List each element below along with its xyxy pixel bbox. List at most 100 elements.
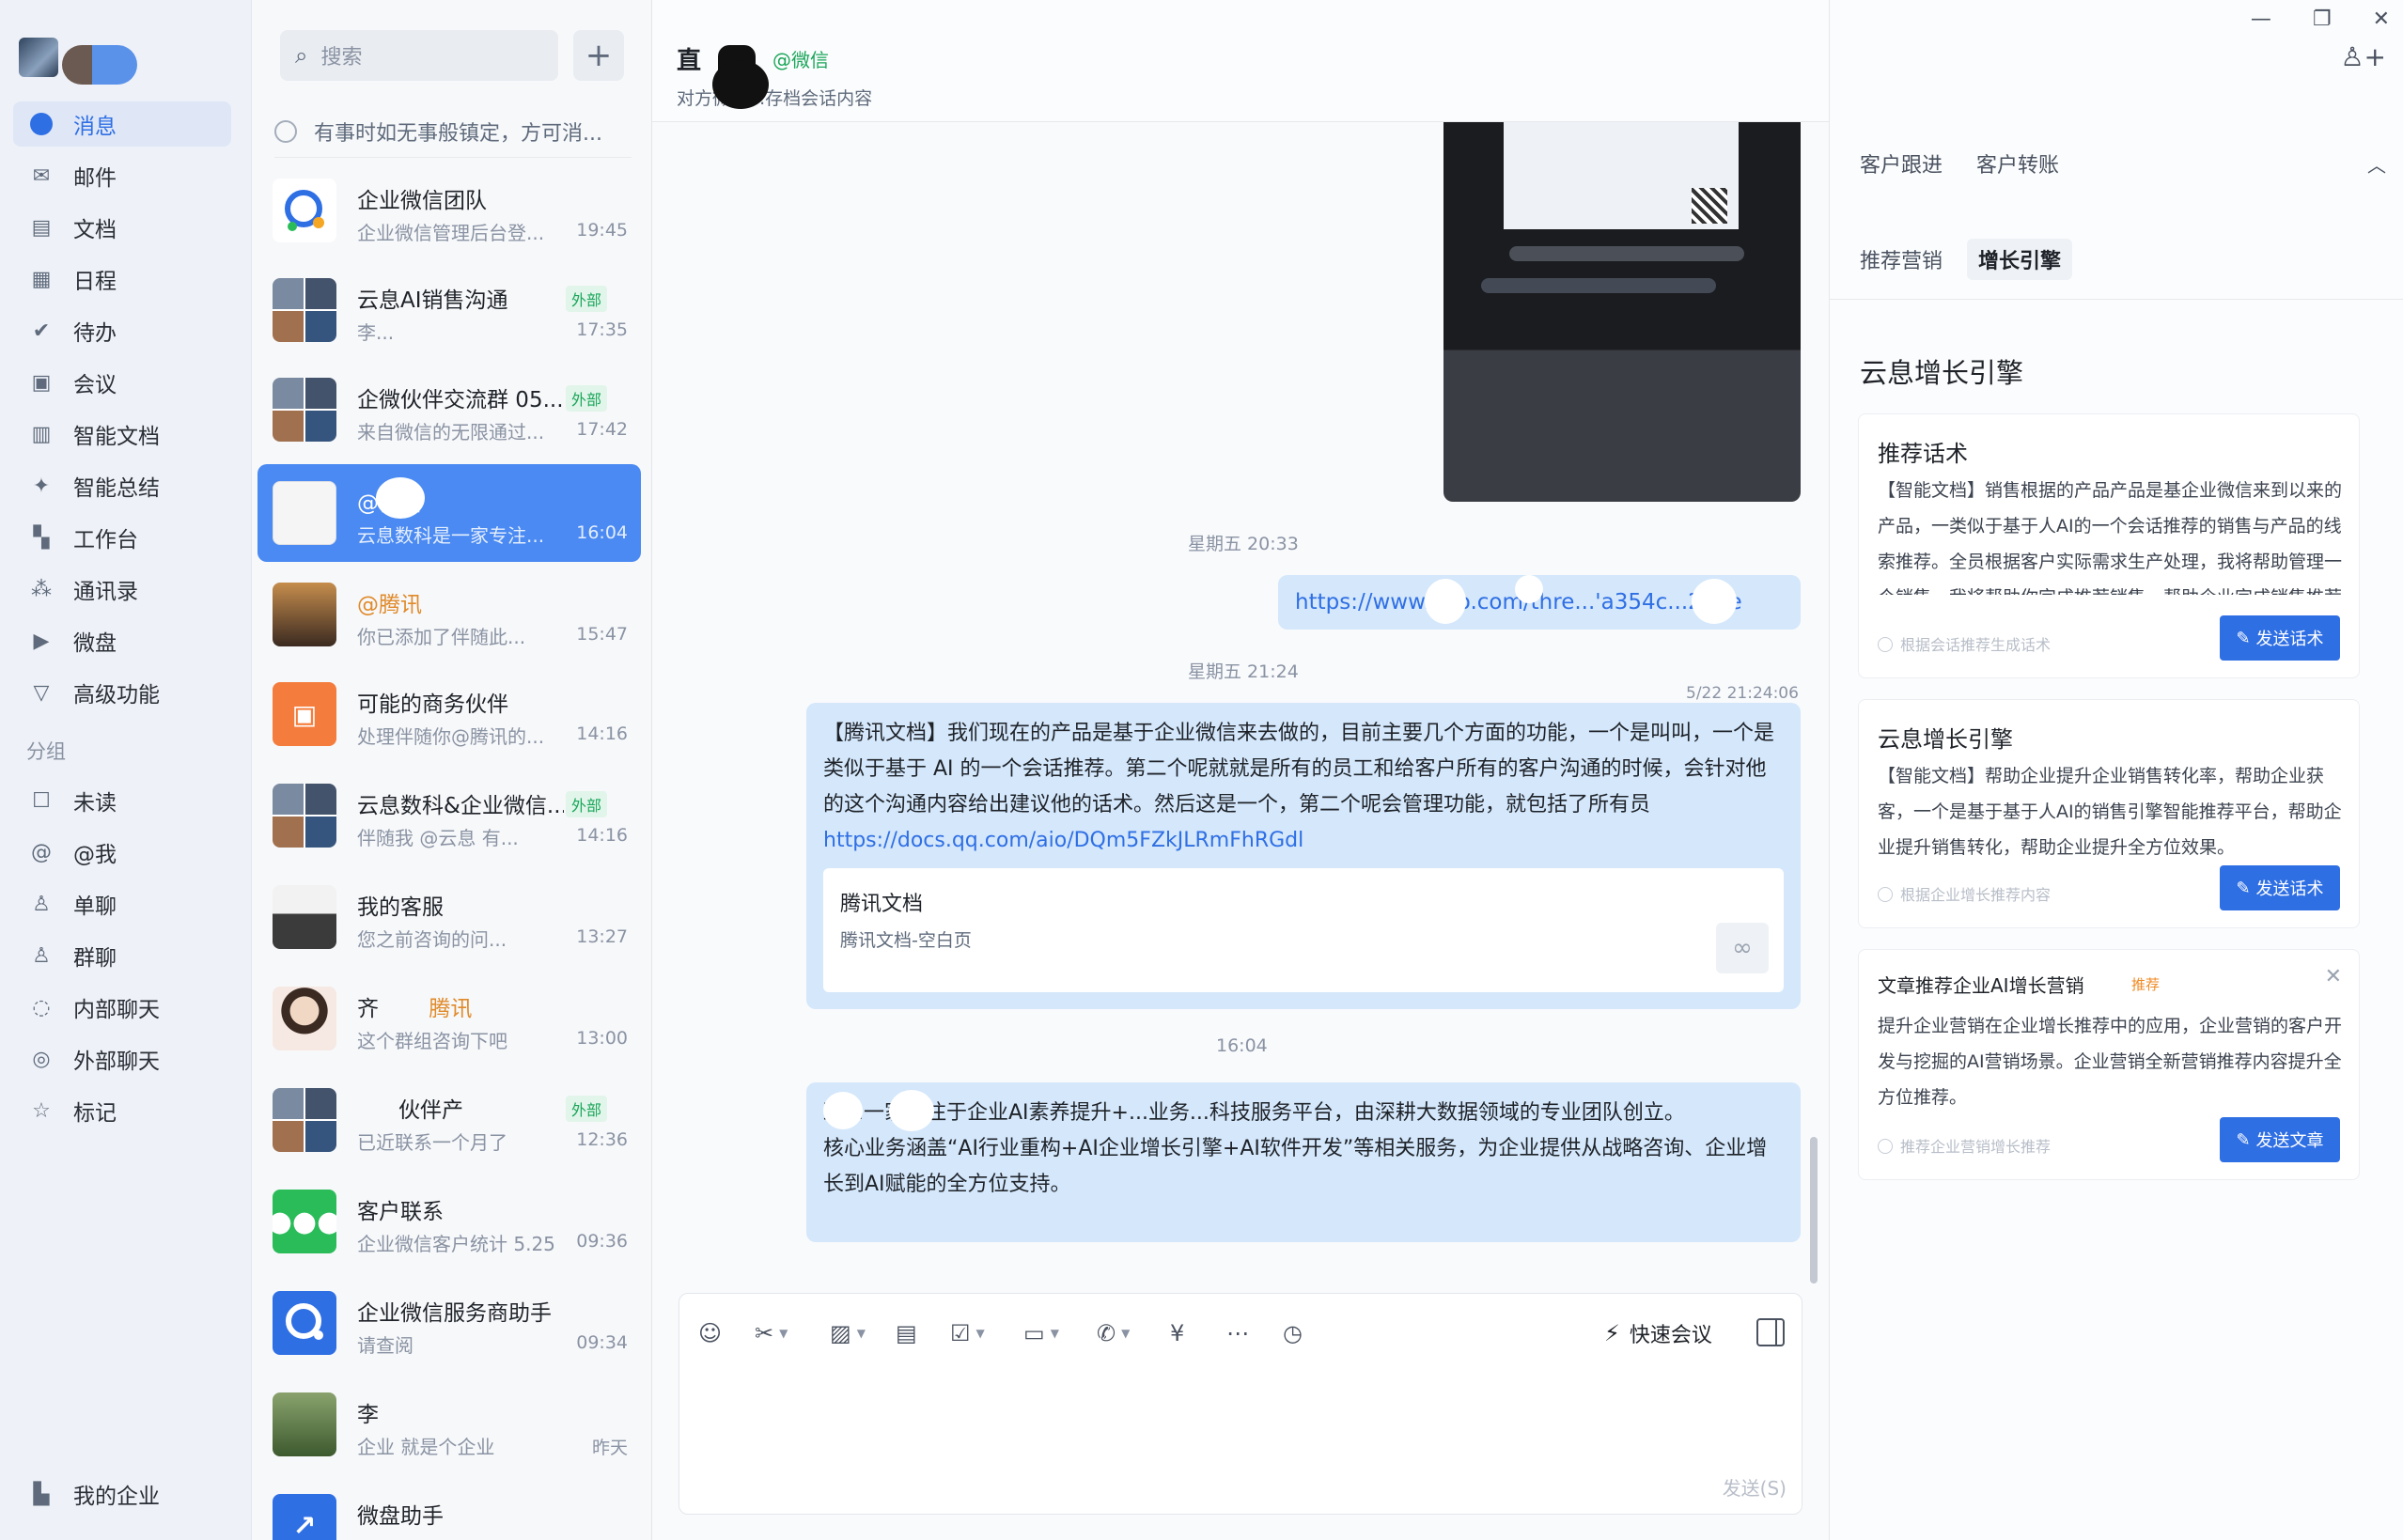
- nav-item-docs[interactable]: ▤ 文档: [13, 205, 231, 250]
- conversation-time: 16:04: [576, 522, 628, 543]
- conversation-item[interactable]: ▣ 可能的商务伙伴 处理伴随你@腾讯的... 14:16: [257, 665, 641, 763]
- blurred-text: [1509, 246, 1744, 261]
- subtab-recommend[interactable]: 推荐营销: [1849, 239, 1954, 280]
- external-tag: 外部: [566, 286, 608, 312]
- conversation-item[interactable]: 李 企业 就是个企业 昨天: [257, 1376, 641, 1473]
- subtab-growth-engine[interactable]: 增长引擎: [1967, 239, 2073, 280]
- tab-customer-transfer[interactable]: 客户转账: [1976, 148, 2059, 179]
- conversation-item-active[interactable]: @微信 云息数科是一家专注... 16:04: [257, 464, 641, 562]
- nav-item-mail[interactable]: ✉ 邮件: [13, 153, 231, 198]
- user-avatar[interactable]: [19, 38, 58, 77]
- conversation-item[interactable]: ↗ 微盘助手: [257, 1477, 641, 1540]
- screenshot-button[interactable]: ✂ ▼: [755, 1313, 788, 1354]
- folder-button[interactable]: ▭ ▼: [1023, 1313, 1059, 1354]
- conversation-item[interactable]: 伙伴产 外部 已近联系一个月了 12:36: [257, 1071, 641, 1169]
- send-article-button[interactable]: ✎ 发送文章: [2220, 1117, 2340, 1162]
- chat-title[interactable]: 直: [677, 41, 701, 76]
- conversation-preview: 李...: [357, 321, 395, 344]
- conversation-item[interactable]: @腾讯 你已添加了伴随此... 15:47: [257, 566, 641, 663]
- call-button[interactable]: ✆ ▼: [1097, 1313, 1130, 1354]
- edit-icon: ✎: [2236, 1129, 2251, 1150]
- add-member-icon[interactable]: ♙+: [2340, 41, 2386, 72]
- send-suggestion-button[interactable]: ✎ 发送话术: [2220, 615, 2340, 661]
- nav-group-group-chat[interactable]: ♙ 群聊: [13, 933, 231, 978]
- nav-item-advanced[interactable]: ▽ 高级功能: [13, 670, 231, 715]
- doc-message[interactable]: 【腾讯文档】我们现在的产品是基于企业微信来去做的，目前主要几个方面的功能，一个是…: [806, 703, 1801, 1009]
- more-button[interactable]: ⋯: [1226, 1313, 1249, 1354]
- comment-icon: [274, 119, 297, 143]
- nav-group-internal-chat[interactable]: ◌ 内部聊天: [13, 985, 231, 1030]
- chat-scrollbar[interactable]: [1810, 1137, 1818, 1283]
- nav-item-label: 微盘: [73, 631, 117, 656]
- user-status-badge[interactable]: [62, 45, 137, 85]
- conversation-item[interactable]: 我的客服 您之前咨询的问... 13:27: [257, 868, 641, 966]
- close-icon[interactable]: ✕: [2325, 965, 2342, 988]
- nav-item-label: 日程: [73, 270, 117, 294]
- more-icon: ⋯: [1226, 1320, 1249, 1346]
- nav-item-workspace[interactable]: ▚ 工作台: [13, 515, 231, 560]
- single-chat-icon: ♙: [32, 892, 51, 916]
- conversation-name: 客户联系: [357, 1200, 444, 1224]
- conversation-item[interactable]: 云息数科&企业微信... 外部 伴随我 @云息 有... 14:16: [257, 767, 641, 864]
- nav-item-contacts[interactable]: ⁂ 通讯录: [13, 567, 231, 612]
- red-packet-button[interactable]: ¥: [1170, 1313, 1184, 1354]
- side-panel-toggle-icon[interactable]: [1756, 1318, 1785, 1346]
- history-button[interactable]: ◷: [1283, 1313, 1303, 1354]
- add-button[interactable]: +: [573, 30, 624, 81]
- card-title: 云息增长引擎: [1878, 726, 2013, 753]
- nav-item-drive[interactable]: ▶ 微盘: [13, 618, 231, 663]
- nav-item-label: 智能文档: [73, 425, 160, 449]
- nav-group-unread[interactable]: ☐ 未读: [13, 778, 231, 823]
- conversation-time: 13:27: [576, 926, 628, 947]
- conversation-item[interactable]: ●●● 客户联系 企业微信客户统计 5.25 09:36: [257, 1173, 641, 1270]
- conversation-item[interactable]: 云息AI销售沟通 外部 李... 17:35: [257, 261, 641, 359]
- nav-group-starred[interactable]: ☆ 标记: [13, 1088, 231, 1133]
- search-input[interactable]: ⌕ 搜索: [280, 30, 558, 81]
- external-tag: 外部: [566, 385, 608, 412]
- message-composer[interactable]: ☺ ✂ ▼ ▨ ▼ ▤ ☑ ▼ ▭ ▼ ✆ ▼ ¥ ⋯ ◷ ⚡ 快速会议 发送(S): [679, 1293, 1802, 1515]
- intro-message[interactable]: 致...一家专注于企业AI素养提升+...业务...科技服务平台，由深耕大数据领…: [806, 1082, 1801, 1242]
- nav-item-calendar[interactable]: ▦ 日程: [13, 257, 231, 302]
- nav-group-external-chat[interactable]: ◎ 外部聊天: [13, 1036, 231, 1081]
- minimize-icon[interactable]: —: [2251, 8, 2271, 31]
- doc-message-link[interactable]: https://docs.qq.com/aio/DQm5FZkJLRmFhRGd…: [823, 823, 1782, 859]
- nav-item-todo[interactable]: ✔ 待办: [13, 308, 231, 353]
- chat-subtitle: 对方微信...存档会话内容: [677, 88, 873, 109]
- close-icon[interactable]: ✕: [2373, 8, 2390, 31]
- conversation-preview: 处理伴随你@腾讯的...: [357, 725, 545, 748]
- nav-item-smart-doc[interactable]: ▥ 智能文档: [13, 412, 231, 457]
- tab-customer-followup[interactable]: 客户跟进: [1860, 148, 1943, 179]
- conversation-item[interactable]: 齐 腾讯 这个群组咨询下吧 13:00: [257, 970, 641, 1067]
- chevron-up-icon[interactable]: ︿: [2367, 150, 2386, 178]
- nav-item-messages[interactable]: 消息: [13, 101, 231, 147]
- send-suggestion-button[interactable]: ✎ 发送话术: [2220, 865, 2340, 910]
- nav-item-label: 消息: [73, 115, 117, 139]
- at-icon: @: [31, 840, 52, 864]
- quick-meeting-button[interactable]: ⚡ 快速会议: [1604, 1313, 1712, 1354]
- doc-preview-card[interactable]: 腾讯文档 腾讯文档-空白页 ∞: [823, 868, 1784, 992]
- send-suggestion-label: 发送话术: [2255, 879, 2324, 899]
- nav-group-single-chat[interactable]: ♙ 单聊: [13, 881, 231, 926]
- doc-link-icon: ∞: [1716, 923, 1769, 973]
- conversation-item[interactable]: 企业微信服务商助手 请查阅 09:34: [257, 1274, 641, 1372]
- emoji-button[interactable]: ☺: [698, 1313, 722, 1354]
- card-footer: 根据会话推荐生成话术: [1878, 632, 2051, 655]
- card-footer-text: 推荐企业营销增长推荐: [1900, 1138, 2052, 1156]
- todo-button[interactable]: ☑ ▼: [950, 1313, 985, 1354]
- conversation-item[interactable]: 企微伙伴交流群 05... 外部 来自微信的无限通过... 17:42: [257, 361, 641, 459]
- image-button[interactable]: ▨ ▼: [830, 1313, 866, 1354]
- nav-my-company[interactable]: ▙ 我的企业: [13, 1471, 231, 1517]
- intro-message-text: 致...一家专注于企业AI素养提升+...业务...科技服务平台，由深耕大数据领…: [823, 1096, 1784, 1203]
- nav-group-at-me[interactable]: @ @我: [13, 830, 231, 875]
- conversation-item[interactable]: 企业微信团队 企业微信管理后台登... 19:45: [257, 162, 641, 259]
- card-footer-text: 根据会话推荐生成话术: [1900, 636, 2052, 654]
- pinned-note[interactable]: 有事时如无事般镇定，方可消...: [274, 105, 632, 158]
- doc-button[interactable]: ▤: [896, 1313, 917, 1354]
- conversation-avatar: ●●●: [273, 1190, 336, 1253]
- nav-item-meeting[interactable]: ▣ 会议: [13, 360, 231, 405]
- send-button[interactable]: 发送(S): [1723, 1473, 1787, 1501]
- restore-icon[interactable]: ❐: [2313, 8, 2332, 31]
- nav-item-smart-summary[interactable]: ✦ 智能总结: [13, 463, 231, 508]
- conversation-avatar: ▣: [273, 682, 336, 746]
- image-message[interactable]: [1443, 122, 1801, 502]
